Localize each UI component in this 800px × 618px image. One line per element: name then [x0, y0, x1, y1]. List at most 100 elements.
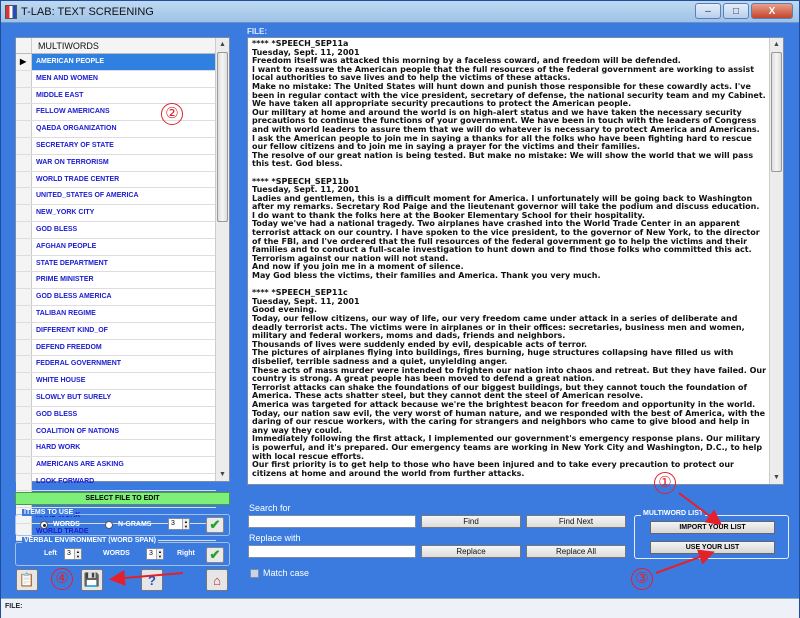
replace-label: Replace with [249, 533, 301, 543]
list-item-label: MEN AND WOMEN [36, 74, 98, 82]
replace-all-button[interactable]: Replace All [526, 545, 626, 558]
row-header[interactable] [16, 171, 32, 188]
words-stepper[interactable]: 3 ▲ ▼ [146, 548, 164, 560]
close-button[interactable]: X [751, 3, 793, 19]
list-item[interactable]: MEN AND WOMEN [16, 70, 216, 88]
list-item[interactable]: WHITE HOUSE [16, 373, 216, 390]
scroll-up-icon[interactable]: ▲ [216, 38, 229, 51]
row-header[interactable] [16, 322, 32, 339]
scroll-thumb[interactable] [771, 52, 782, 172]
save-icon[interactable]: 💾 [81, 569, 103, 591]
minimize-button[interactable]: – [695, 3, 721, 19]
maximize-button[interactable]: □ [723, 3, 749, 19]
list-item-label: DEFEND FREEDOM [36, 343, 102, 351]
list-item-label: LOOK FORWARD [36, 477, 95, 485]
list-item[interactable]: DIFFERENT KIND_OF [16, 322, 216, 340]
row-header[interactable] [16, 289, 32, 305]
row-header[interactable] [16, 339, 32, 356]
list-item[interactable]: MIDDLE EAST [16, 87, 216, 105]
list-item[interactable]: DEFEND FREEDOM [16, 339, 216, 357]
row-header[interactable] [16, 87, 32, 104]
row-header[interactable] [16, 406, 32, 423]
row-header[interactable] [16, 188, 32, 205]
file-label: FILE: [247, 27, 267, 36]
replace-button[interactable]: Replace [421, 545, 521, 558]
row-header[interactable] [16, 70, 32, 87]
row-header[interactable] [16, 457, 32, 473]
row-header[interactable] [16, 104, 32, 121]
list-item[interactable]: SLOWLY BUT SURELY [16, 389, 216, 407]
home-icon[interactable]: ⌂ [206, 569, 228, 591]
ngrams-stepper[interactable]: 3 ▲ ▼ [168, 518, 190, 530]
row-header[interactable] [16, 255, 32, 272]
list-item[interactable]: WAR ON TERRORISM [16, 154, 216, 172]
list-item[interactable]: FELLOW AMERICANS [16, 104, 216, 122]
scroll-down-icon[interactable]: ▼ [216, 468, 229, 481]
row-header[interactable] [16, 305, 32, 322]
file-text[interactable]: **** *SPEECH_SEP11a Tuesday, Sept. 11, 2… [252, 39, 767, 478]
list-item[interactable]: AMERICANS ARE ASKING [16, 457, 216, 474]
row-header[interactable] [16, 238, 32, 255]
file-scrollbar[interactable]: ▲ ▼ [769, 38, 783, 484]
multiwords-header: MULTIWORDS [16, 38, 216, 54]
row-header[interactable]: ▶ [16, 54, 32, 70]
list-item-label: AMERICANS ARE ASKING [36, 461, 124, 469]
row-header[interactable] [16, 356, 32, 373]
list-item[interactable]: GOD BLESS [16, 406, 216, 424]
list-item[interactable]: ▶ AMERICAN PEOPLE [16, 54, 216, 71]
list-item[interactable]: HARD WORK [16, 440, 216, 458]
list-item[interactable]: STATE DEPARTMENT [16, 255, 216, 273]
list-item-label: MIDDLE EAST [36, 91, 84, 99]
find-button[interactable]: Find [421, 515, 521, 528]
file-text-area[interactable]: **** *SPEECH_SEP11a Tuesday, Sept. 11, 2… [247, 37, 784, 485]
use-list-button[interactable]: USE YOUR LIST [650, 541, 775, 554]
row-header[interactable] [16, 423, 32, 440]
help-icon[interactable]: ? [141, 569, 163, 591]
replace-input[interactable] [248, 545, 416, 558]
annotation-3: ③ [631, 568, 653, 590]
list-item[interactable]: FEDERAL GOVERNMENT [16, 356, 216, 374]
scroll-thumb[interactable] [217, 52, 228, 222]
row-header[interactable] [16, 373, 32, 389]
row-header[interactable] [16, 154, 32, 171]
scroll-down-icon[interactable]: ▼ [770, 471, 783, 484]
list-item[interactable]: PRIME MINISTER [16, 272, 216, 290]
import-list-button[interactable]: IMPORT YOUR LIST [650, 521, 775, 534]
search-input[interactable] [248, 515, 416, 528]
row-header[interactable] [16, 272, 32, 289]
left-stepper[interactable]: 3 ▲ ▼ [64, 548, 82, 560]
ngrams-radio[interactable] [105, 521, 113, 529]
title-bar[interactable]: T-LAB: TEXT SCREENING – □ X [1, 1, 799, 23]
list-item[interactable]: GOD BLESS [16, 221, 216, 239]
list-item-label: NEW_YORK CITY [36, 209, 95, 217]
list-item[interactable]: AFGHAN PEOPLE [16, 238, 216, 256]
row-header[interactable] [16, 221, 32, 238]
words-radio[interactable] [40, 521, 48, 529]
list-item-label: PRIME MINISTER [36, 276, 94, 284]
row-header[interactable] [16, 205, 32, 221]
check-icon[interactable]: ✔ [206, 547, 224, 563]
multiwords-list[interactable]: MULTIWORDS ▶ AMERICAN PEOPLE MEN AND WOMEN… [15, 37, 230, 542]
select-file-button[interactable]: SELECT FILE TO EDIT [15, 492, 230, 505]
search-label: Search for [249, 503, 291, 513]
list-item[interactable]: UNITED_STATES OF AMERICA [16, 188, 216, 206]
list-item[interactable]: TALIBAN REGIME [16, 305, 216, 323]
scroll-up-icon[interactable]: ▲ [770, 38, 783, 51]
row-header[interactable] [16, 121, 32, 137]
list-item[interactable]: COALITION OF NATIONS [16, 423, 216, 441]
find-next-button[interactable]: Find Next [526, 515, 626, 528]
list-item[interactable]: GOD BLESS AMERICA [16, 289, 216, 306]
clipboard-icon[interactable]: 📋 [16, 569, 38, 591]
row-header[interactable] [16, 473, 32, 490]
list-scrollbar[interactable]: ▲ ▼ [215, 38, 229, 481]
list-item[interactable]: NEW_YORK CITY [16, 205, 216, 222]
row-header[interactable] [16, 389, 32, 406]
list-item[interactable]: WORLD TRADE CENTER [16, 171, 216, 189]
row-header[interactable] [16, 440, 32, 457]
check-icon[interactable]: ✔ [206, 517, 224, 533]
row-header[interactable] [16, 137, 32, 154]
match-case-checkbox[interactable] [250, 569, 259, 578]
list-item[interactable]: SECRETARY OF STATE [16, 137, 216, 155]
list-item[interactable]: LOOK FORWARD [16, 473, 216, 491]
list-item[interactable]: QAEDA ORGANIZATION [16, 121, 216, 138]
